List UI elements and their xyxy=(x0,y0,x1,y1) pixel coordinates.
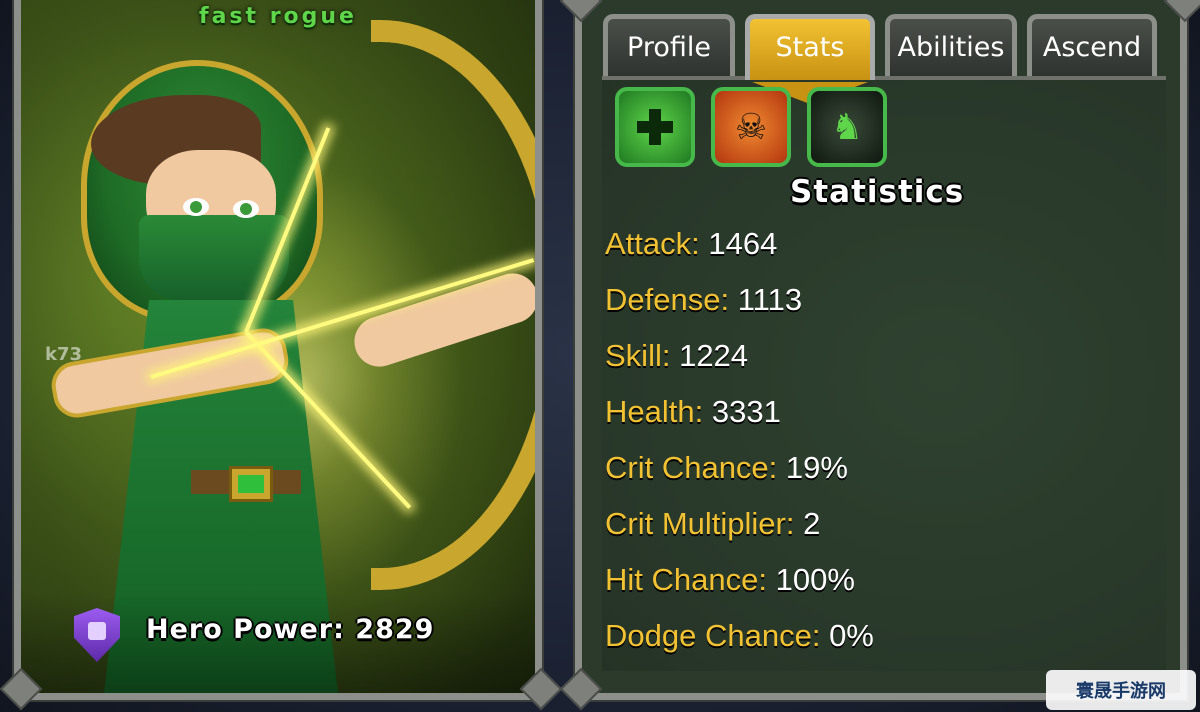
stat-defense: Defense: 1113 xyxy=(605,282,802,318)
stat-value: 1113 xyxy=(737,282,803,317)
hero-power: Hero Power: 2829 xyxy=(146,614,434,645)
reaper-icon: ☠ xyxy=(734,106,768,148)
stat-value: 1224 xyxy=(679,338,749,373)
hero-eye-right xyxy=(233,200,259,218)
stat-attack: Attack: 1464 xyxy=(605,226,777,262)
stat-hit-chance: Hit Chance: 100% xyxy=(605,562,855,598)
stat-label: Skill: xyxy=(605,338,671,373)
tab-abilities[interactable]: Abilities xyxy=(885,14,1017,76)
hero-name: fast rogue xyxy=(199,4,357,29)
plus-icon xyxy=(637,109,673,145)
statistics-title: Statistics xyxy=(790,174,965,210)
tab-ascend[interactable]: Ascend xyxy=(1027,14,1157,76)
site-logo: 寰晟手游网 xyxy=(1046,670,1196,710)
stat-dodge-chance: Dodge Chance: 0% xyxy=(605,618,874,654)
stat-crit-chance: Crit Chance: 19% xyxy=(605,450,848,486)
fire-ability-icon[interactable]: ☠ xyxy=(711,87,791,167)
stat-label: Crit Chance: xyxy=(605,450,778,485)
stat-label: Defense: xyxy=(605,282,730,317)
stat-crit-multiplier: Crit Multiplier: 2 xyxy=(605,506,820,542)
stat-value: 3331 xyxy=(711,394,781,429)
stat-label: Health: xyxy=(605,394,704,429)
hero-card: fast rogue k73 xyxy=(12,0,544,702)
stat-label: Dodge Chance: xyxy=(605,618,821,653)
shadow-figure-icon: ♞ xyxy=(830,106,864,148)
hero-eye-left xyxy=(183,198,209,216)
hero-power-value: 2829 xyxy=(355,614,435,645)
stat-label: Crit Multiplier: xyxy=(605,506,795,541)
hero-mask xyxy=(139,215,289,300)
stat-value: 19% xyxy=(785,450,848,485)
stat-value: 0% xyxy=(829,618,874,653)
stat-health: Health: 3331 xyxy=(605,394,781,430)
watermark: k73 xyxy=(45,344,83,365)
belt-buckle-icon xyxy=(229,466,273,502)
stat-label: Attack: xyxy=(605,226,700,261)
stat-label: Hit Chance: xyxy=(605,562,767,597)
shadow-ability-icon[interactable]: ♞ xyxy=(807,87,887,167)
stat-skill: Skill: 1224 xyxy=(605,338,748,374)
tab-stats[interactable]: Stats xyxy=(745,14,875,104)
stat-value: 1464 xyxy=(708,226,778,261)
stat-value: 100% xyxy=(775,562,855,597)
hero-power-label: Hero Power: xyxy=(146,614,345,645)
tab-profile[interactable]: Profile xyxy=(603,14,735,76)
stat-value: 2 xyxy=(803,506,821,541)
heal-ability-icon[interactable] xyxy=(615,87,695,167)
